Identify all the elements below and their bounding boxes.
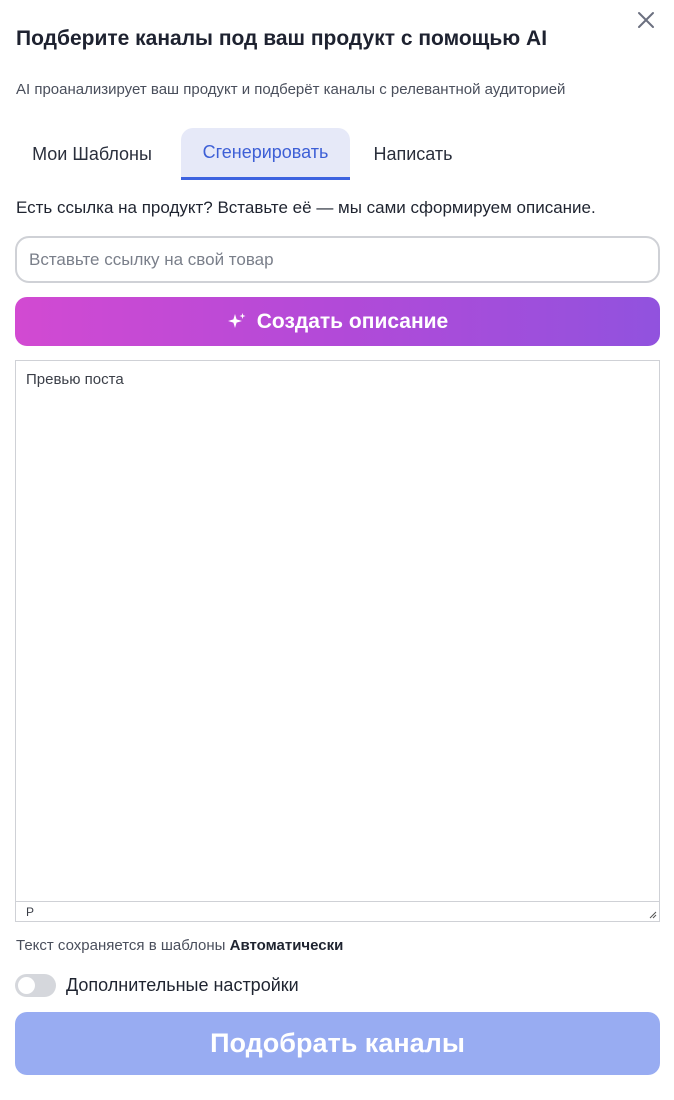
product-link-hint: Есть ссылка на продукт? Вставьте её — мы… <box>16 198 596 217</box>
autosave-mode: Автоматически <box>229 937 344 954</box>
dialog-title: Подберите каналы под ваш продукт с помощ… <box>16 27 548 50</box>
dialog-subtitle: AI проанализирует ваш продукт и подберёт… <box>16 81 566 98</box>
advanced-settings-row: Дополнительные настройки <box>15 974 299 997</box>
tab-generate[interactable]: Сгенерировать <box>181 128 350 180</box>
autosave-text: Текст сохраняется в шаблоны <box>16 937 226 954</box>
tab-write[interactable]: Написать <box>358 128 468 180</box>
toggle-knob <box>18 977 35 994</box>
close-button[interactable] <box>634 8 658 32</box>
advanced-settings-toggle[interactable] <box>15 974 56 997</box>
resize-handle-icon[interactable] <box>647 909 657 919</box>
post-preview-content[interactable]: Превью поста <box>16 361 659 900</box>
tab-bar: Мои Шаблоны Сгенерировать Написать <box>16 128 476 180</box>
create-description-label: Создать описание <box>256 309 449 333</box>
close-icon <box>638 12 654 28</box>
find-channels-button[interactable]: Подобрать каналы <box>15 1012 660 1075</box>
autosave-note: Текст сохраняется в шаблоны Автоматическ… <box>16 937 343 954</box>
advanced-settings-label: Дополнительные настройки <box>66 975 299 995</box>
post-preview-editor[interactable]: Превью поста P <box>15 360 660 922</box>
sparkle-icon <box>227 312 247 332</box>
editor-element-path: P <box>26 905 35 919</box>
product-url-input[interactable] <box>15 236 660 283</box>
create-description-button[interactable]: Создать описание <box>15 297 660 346</box>
editor-status-bar: P <box>16 901 659 921</box>
tab-my-templates[interactable]: Мои Шаблоны <box>16 128 168 180</box>
